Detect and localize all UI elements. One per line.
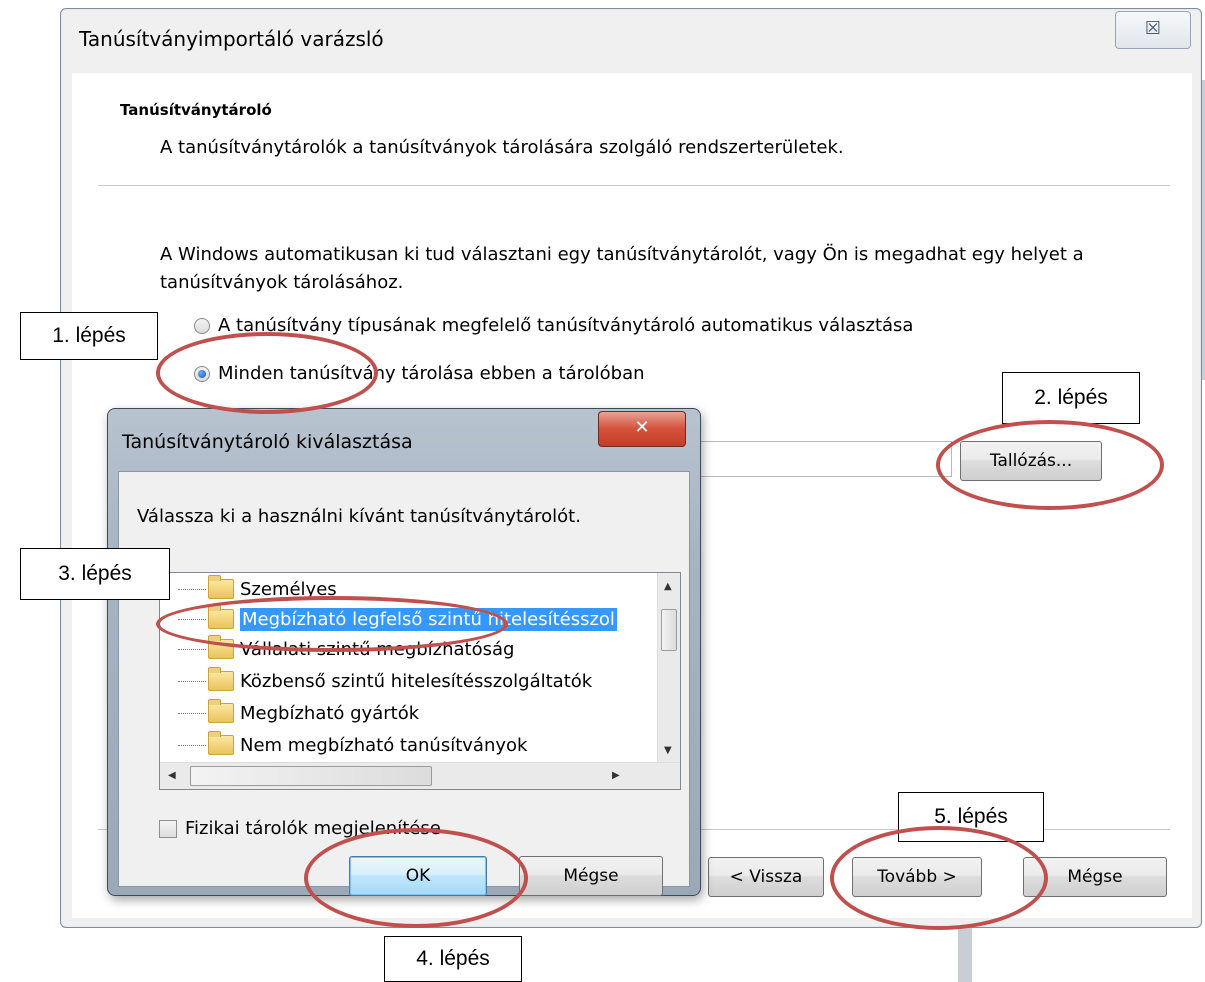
- intro-text: A Windows automatikusan ki tud választan…: [160, 244, 1084, 293]
- tree-item-intermediate-ca[interactable]: Közbenső szintű hitelesítésszolgáltatók: [160, 665, 592, 697]
- certificate-store-field[interactable]: [698, 441, 952, 477]
- tree-item-label: Közbenső szintű hitelesítésszolgáltatók: [240, 670, 593, 692]
- horizontal-scrollbar[interactable]: ◀ ▶: [160, 762, 680, 789]
- scroll-down-arrow-icon[interactable]: ▼: [664, 745, 672, 756]
- section-description: A tanúsítványtárolók a tanúsítványok tár…: [160, 137, 844, 158]
- step-4-label: 4. lépés: [384, 936, 522, 982]
- section-title: Tanúsítványtároló: [120, 101, 272, 119]
- dialog-close-button[interactable]: ✕: [598, 411, 686, 447]
- horizontal-scroll-thumb[interactable]: [190, 766, 432, 786]
- scroll-left-arrow-icon[interactable]: ◀: [168, 770, 176, 781]
- radio-auto-select[interactable]: A tanúsítvány típusának megfelelő tanúsí…: [194, 315, 913, 336]
- step-2-label: 2. lépés: [1002, 372, 1140, 424]
- folder-icon: [208, 575, 234, 599]
- highlight-ring-ok: [304, 828, 528, 928]
- tree-item-label: Megbízható gyártók: [240, 702, 420, 724]
- dialog-body: Válassza ki a használni kívánt tanúsítvá…: [118, 471, 690, 896]
- step-3-label: 3. lépés: [20, 548, 170, 600]
- tree-item-trusted-publishers[interactable]: Megbízható gyártók: [160, 697, 419, 729]
- dialog-title: Tanúsítványtároló kiválasztása: [122, 431, 413, 453]
- highlight-ring-next: [830, 826, 1048, 930]
- close-icon: ✕: [634, 417, 650, 438]
- folder-icon: [208, 667, 234, 691]
- scroll-right-arrow-icon[interactable]: ▶: [612, 770, 620, 781]
- scroll-up-arrow-icon[interactable]: ▲: [664, 581, 672, 592]
- folder-icon: [208, 731, 234, 755]
- checkbox-unchecked[interactable]: [159, 819, 177, 838]
- background-window-fragment: [958, 928, 972, 982]
- step-1-label: 1. lépés: [20, 312, 158, 360]
- dialog-prompt: Válassza ki a használni kívánt tanúsítvá…: [137, 506, 581, 527]
- close-icon: ☒: [1144, 18, 1162, 39]
- vertical-scroll-thumb[interactable]: [661, 609, 677, 651]
- radio-button-unchecked[interactable]: [194, 317, 210, 334]
- tree-item-untrusted[interactable]: Nem megbízható tanúsítványok: [160, 729, 527, 761]
- header-separator: [98, 185, 1170, 186]
- dialog-cancel-button[interactable]: Mégse: [519, 856, 663, 896]
- wizard-close-button[interactable]: ☒: [1115, 11, 1191, 49]
- highlight-ring-radio: [156, 332, 378, 414]
- highlight-ring-browse: [936, 420, 1164, 510]
- radio-auto-label: A tanúsítvány típusának megfelelő tanúsí…: [218, 315, 914, 336]
- vertical-scrollbar[interactable]: ▲ ▼: [657, 573, 680, 763]
- wizard-title: Tanúsítványimportáló varázsló: [79, 27, 384, 51]
- select-certificate-store-dialog: Tanúsítványtároló kiválasztása ✕ Válassz…: [107, 408, 701, 896]
- back-button[interactable]: < Vissza: [708, 857, 824, 897]
- highlight-ring-tree-item: [156, 596, 508, 652]
- folder-icon: [208, 699, 234, 723]
- tree-item-label: Nem megbízható tanúsítványok: [240, 734, 528, 756]
